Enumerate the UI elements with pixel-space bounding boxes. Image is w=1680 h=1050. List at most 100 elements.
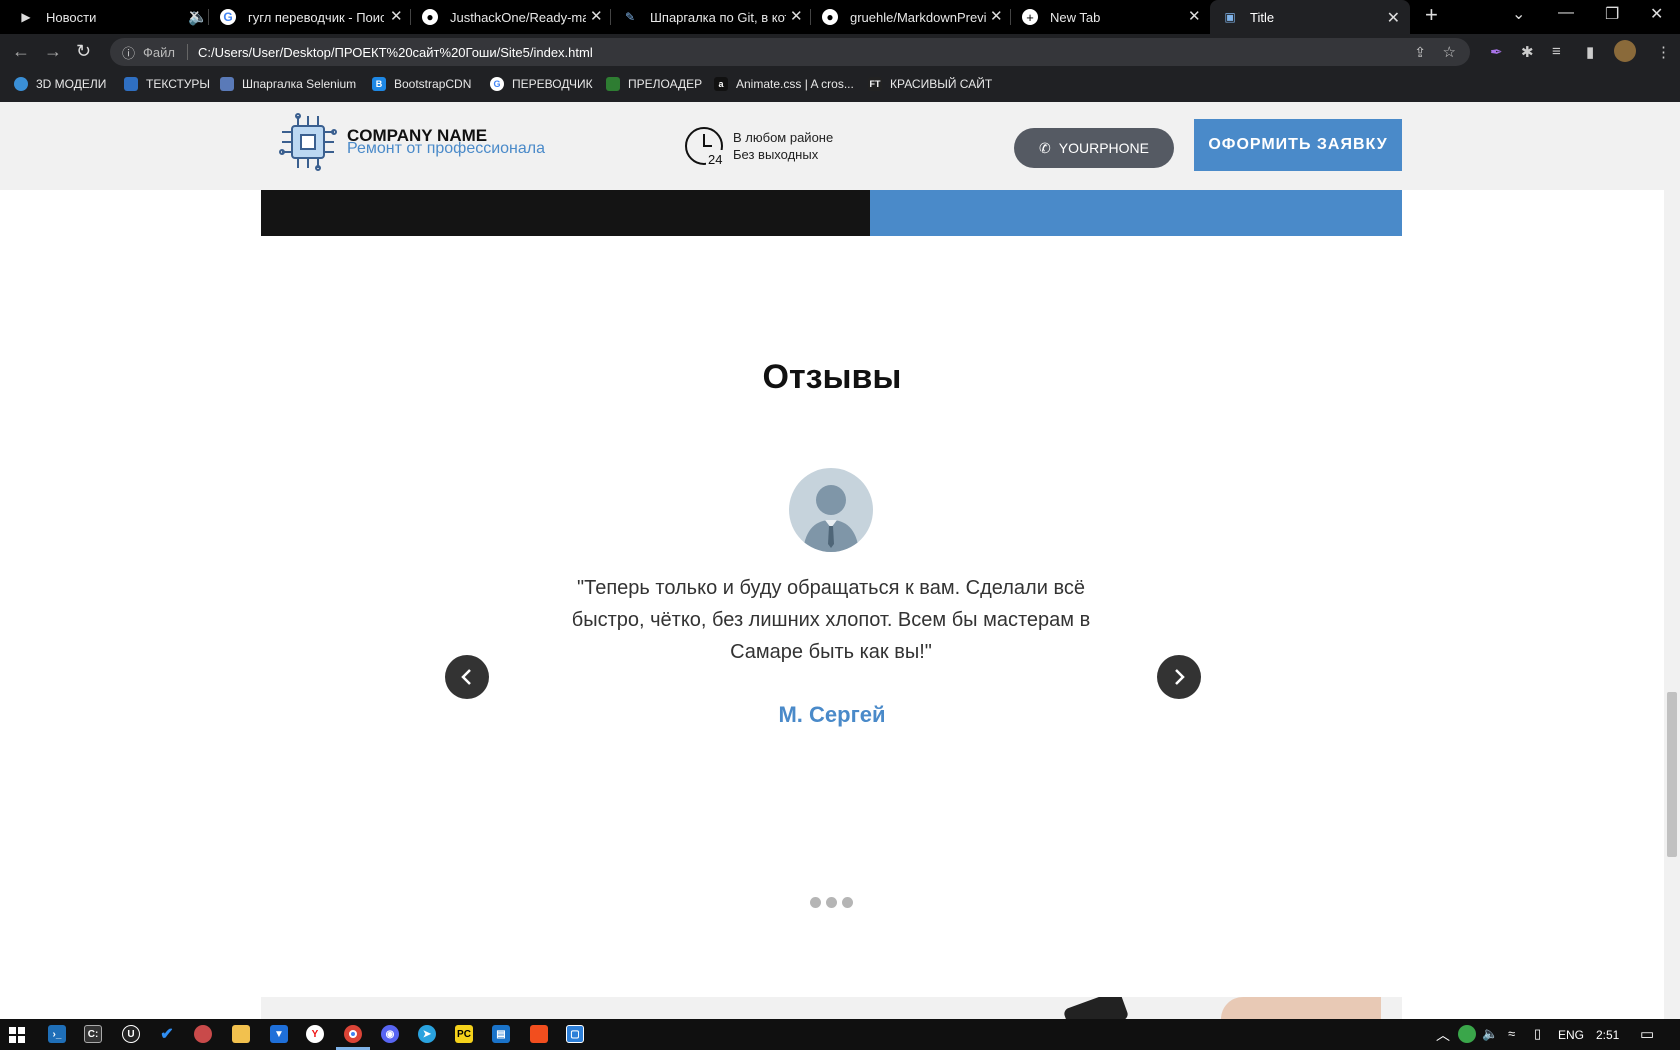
defender-icon[interactable]: ▼ <box>270 1025 288 1043</box>
todo-check-icon[interactable]: ✔ <box>158 1025 176 1043</box>
forward-icon[interactable]: → <box>44 41 62 62</box>
chip-logo-icon <box>279 113 337 171</box>
ft-icon: FT <box>868 77 882 91</box>
section-title: Отзывы <box>762 358 902 396</box>
windows-taskbar: ›_ C: U ✔ ▼ Y ◉ ➤ PC ▤ ▢ ︿ 🔈 ≈ ▯ ENG 2:5… <box>0 1019 1680 1050</box>
carousel-dot[interactable] <box>826 897 837 908</box>
media-icon[interactable]: ≡ <box>1552 43 1561 60</box>
new-tab-button[interactable]: + <box>1425 2 1438 28</box>
user-silhouette-icon <box>803 485 859 552</box>
extension-feather-icon[interactable]: ✒ <box>1490 43 1503 61</box>
tab-title-active[interactable]: ▣ Title ✕ <box>1210 0 1410 34</box>
bookmark-translator[interactable]: G ПЕРЕВОДЧИК <box>490 77 593 91</box>
order-button[interactable]: ОФОРМИТЬ ЗАЯВКУ <box>1194 119 1402 171</box>
bookmark-animate-css[interactable]: a Animate.css | A cros... <box>714 77 854 91</box>
avatar[interactable] <box>1614 40 1636 62</box>
phone-icon: ✆ <box>1039 139 1051 156</box>
phone-button[interactable]: ✆ YOURPHONE <box>1014 128 1174 168</box>
back-icon[interactable]: ← <box>12 41 30 62</box>
bookmark-preloader[interactable]: ПРЕЛОАДЕР <box>606 77 702 91</box>
cube-icon <box>124 77 138 91</box>
tab-news[interactable]: ▶ Новости 🔈 <box>18 4 208 30</box>
next-section-image <box>261 997 1402 1019</box>
minimize-icon[interactable]: — <box>1558 4 1574 22</box>
address-bar[interactable]: ⓘ Файл C:/Users/User/Desktop/ПРОЕКТ%20са… <box>110 38 1470 66</box>
telegram-icon[interactable]: ➤ <box>418 1025 436 1043</box>
close-icon[interactable]: ✕ <box>1387 8 1400 28</box>
close-icon[interactable]: ✕ <box>1188 7 1201 25</box>
bookmark-3d-models[interactable]: 3D МОДЕЛИ <box>14 77 106 91</box>
app-icon[interactable] <box>194 1025 212 1043</box>
bookmark-bootstrapcdn[interactable]: B BootstrapCDN <box>372 77 471 91</box>
restore-icon[interactable]: ❐ <box>1605 4 1619 24</box>
clock-time[interactable]: 2:51 <box>1596 1028 1619 1042</box>
tab-google-translate-search[interactable]: G гугл переводчик - Поиск <box>220 4 384 30</box>
pycharm-icon[interactable]: PC <box>455 1025 473 1043</box>
page-icon: ▣ <box>1224 10 1236 24</box>
tab-markdown-preview[interactable]: ● gruehle/MarkdownPreview <box>822 4 986 30</box>
close-window-icon[interactable]: ✕ <box>1650 4 1663 24</box>
folder-icon[interactable] <box>232 1025 250 1043</box>
close-icon[interactable]: ✕ <box>990 7 1003 25</box>
windows-start-icon[interactable] <box>9 1027 25 1043</box>
bookmark-textures[interactable]: ТЕКСТУРЫ <box>124 77 210 91</box>
carousel-dot[interactable] <box>842 897 853 908</box>
close-icon[interactable]: ✕ <box>390 7 403 25</box>
app-icon[interactable]: ▤ <box>492 1025 510 1043</box>
svg-text:24: 24 <box>708 152 722 166</box>
scrollbar-thumb[interactable] <box>1667 692 1677 857</box>
notifications-icon[interactable]: ▭ <box>1640 1025 1654 1043</box>
yandex-icon[interactable]: Y <box>306 1025 324 1043</box>
unreal-icon[interactable]: U <box>122 1025 140 1043</box>
tab-search-icon[interactable]: ⌄ <box>1512 4 1525 24</box>
selenium-icon <box>220 77 234 91</box>
carousel-dot[interactable] <box>810 897 821 908</box>
reload-icon[interactable]: ↻ <box>76 41 91 62</box>
puzzle-icon[interactable]: ✱ <box>1521 43 1534 61</box>
tray-app-icon[interactable] <box>1458 1025 1476 1043</box>
carousel-dots <box>810 897 853 908</box>
share-icon[interactable]: ⇪ <box>1414 44 1426 61</box>
bookmark-selenium[interactable]: Шпаргалка Selenium <box>220 77 356 91</box>
carousel-next-button[interactable] <box>1157 655 1201 699</box>
carousel-prev-button[interactable] <box>445 655 489 699</box>
leaf-icon <box>606 77 620 91</box>
cmd-icon[interactable]: C: <box>84 1025 102 1043</box>
hours-line-area: В любом районе <box>733 130 834 145</box>
star-icon[interactable]: ☆ <box>1443 43 1456 61</box>
site-header: COMPANY NAME Ремонт от профессионала 24 … <box>0 102 1664 190</box>
page-scrollbar[interactable] <box>1664 102 1680 1019</box>
reviewer-avatar <box>789 468 873 552</box>
info-icon[interactable]: ⓘ <box>122 43 135 62</box>
battery-icon[interactable]: ▯ <box>1534 1026 1541 1042</box>
menu-icon[interactable]: ⋮ <box>1656 43 1671 61</box>
sidepanel-icon[interactable]: ▮ <box>1586 43 1594 61</box>
tray-chevron-icon[interactable]: ︿ <box>1436 1025 1450 1045</box>
tab-new-tab[interactable]: + New Tab <box>1022 4 1186 30</box>
bootstrap-icon: B <box>372 77 386 91</box>
wifi-icon[interactable]: ≈ <box>1508 1026 1515 1041</box>
url-text[interactable]: C:/Users/User/Desktop/ПРОЕКТ%20сайт%20Го… <box>198 45 593 60</box>
discord-icon[interactable]: ◉ <box>381 1025 399 1043</box>
volume-icon[interactable]: 🔈 <box>1482 1026 1498 1042</box>
review-quote: "Теперь только и буду обращаться к вам. … <box>571 577 1091 663</box>
bookmark-beautiful-site[interactable]: FT КРАСИВЫЙ САЙТ <box>868 77 992 91</box>
close-icon[interactable]: ✕ <box>188 7 201 25</box>
bookmarks-bar: 3D МОДЕЛИ ТЕКСТУРЫ Шпаргалка Selenium B … <box>0 70 1680 102</box>
google-icon: G <box>490 77 504 91</box>
tab-github-ready-made[interactable]: ● JusthackOne/Ready-made <box>422 4 586 30</box>
app-window-icon[interactable]: ▢ <box>566 1025 584 1043</box>
tab-git-cheatsheet[interactable]: ✎ Шпаргалка по Git, в кото <box>622 4 786 30</box>
page-viewport: COMPANY NAME Ремонт от профессионала 24 … <box>0 102 1664 1019</box>
close-icon[interactable]: ✕ <box>790 7 803 25</box>
powershell-icon[interactable]: ›_ <box>48 1025 66 1043</box>
new-tab-icon: + <box>1022 9 1038 25</box>
review-author: М. Сергей <box>778 702 886 727</box>
play-icon: ▶ <box>21 10 31 24</box>
clock-24-icon: 24 <box>685 127 724 166</box>
chrome-icon[interactable] <box>344 1025 362 1043</box>
close-icon[interactable]: ✕ <box>590 7 603 25</box>
animate-icon: a <box>714 77 728 91</box>
language-indicator[interactable]: ENG <box>1558 1028 1584 1042</box>
figma-icon[interactable] <box>530 1025 548 1043</box>
